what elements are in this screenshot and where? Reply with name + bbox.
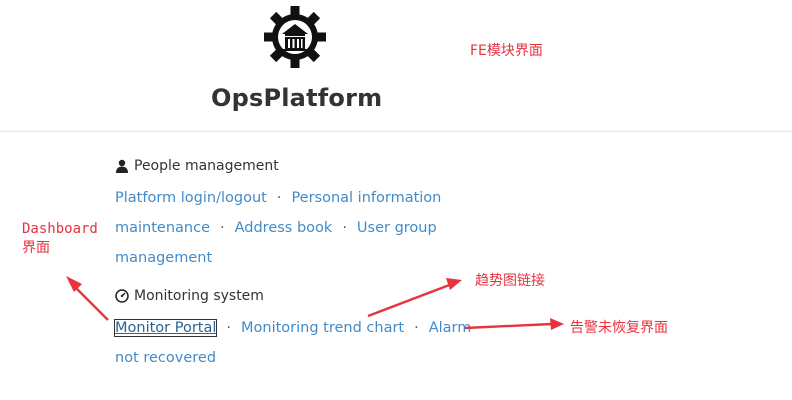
annotation-arrows — [66, 276, 564, 330]
alarm-arrow — [464, 318, 564, 330]
dashboard-arrow — [66, 276, 109, 321]
trend-link-arrow — [367, 278, 462, 318]
